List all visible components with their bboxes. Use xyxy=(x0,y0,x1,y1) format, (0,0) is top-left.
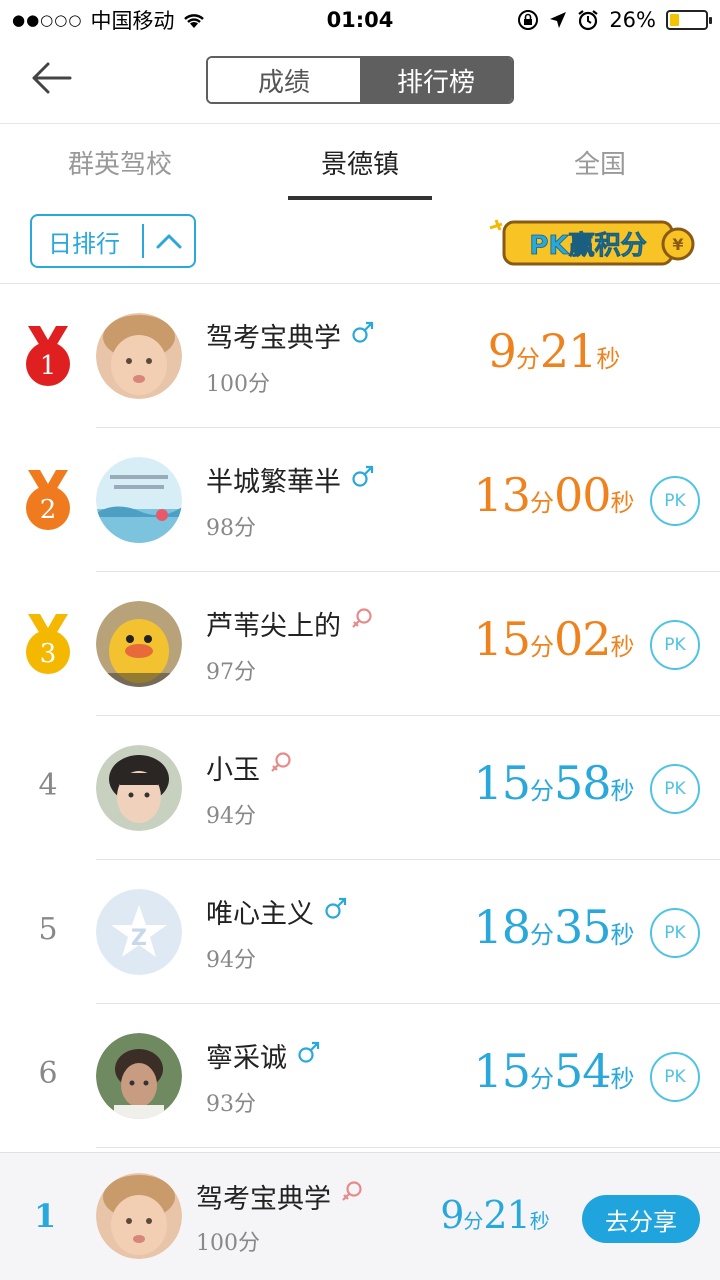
medal-rank: 1 xyxy=(40,351,57,381)
user-score: 94分 xyxy=(206,804,256,829)
my-name-row: 驾考宝典学 xyxy=(196,1177,363,1216)
chevron-up-icon xyxy=(144,233,194,249)
leaderboard-row[interactable]: 5 Z 唯心主义 94分 18分35秒 PK xyxy=(0,860,720,1004)
user-name: 芦苇尖上的 xyxy=(206,611,341,642)
leaderboard-row[interactable]: 4 小玉 94分 15分58秒 PK xyxy=(0,716,720,860)
user-score: 93分 xyxy=(206,1092,256,1117)
status-right: 26% xyxy=(517,8,712,32)
female-icon xyxy=(270,751,292,784)
exam-time: 15分54秒 xyxy=(473,1044,635,1098)
pk-button[interactable]: PK xyxy=(650,620,700,670)
rotation-lock-icon xyxy=(518,10,539,30)
tab-school[interactable]: 群英驾校 xyxy=(0,124,240,200)
male-icon xyxy=(351,464,375,495)
user-score: 97分 xyxy=(206,660,256,685)
battery-percent: 26% xyxy=(609,8,656,32)
female-icon xyxy=(341,1180,363,1213)
medal-icon: 1 xyxy=(26,326,70,386)
user-score: 100分 xyxy=(206,372,270,397)
pk-button[interactable]: PK xyxy=(650,476,700,526)
region-tabs: 群英驾校 景德镇 全国 xyxy=(0,124,720,200)
my-name: 驾考宝典学 xyxy=(196,1184,331,1215)
user-name-row: 驾考宝典学 xyxy=(206,316,375,355)
exam-time: 18分35秒 xyxy=(473,900,635,954)
user-name: 小玉 xyxy=(206,755,260,786)
alarm-icon xyxy=(578,10,598,31)
leaderboard-row[interactable]: 2 半城繁華半 98分 13分00秒 PK xyxy=(0,428,720,572)
signal-icon: ●●○○○ xyxy=(12,11,83,29)
nav-bar: 成绩 排行榜 xyxy=(0,40,720,124)
wifi-icon xyxy=(184,14,205,28)
exam-time: 15分02秒 xyxy=(473,612,635,666)
user-name: 唯心主义 xyxy=(206,899,314,930)
rank-number: 4 xyxy=(38,768,58,803)
tab-national[interactable]: 全国 xyxy=(480,124,720,200)
battery-level xyxy=(670,14,679,26)
my-avatar[interactable] xyxy=(96,1173,182,1259)
male-icon xyxy=(324,896,348,927)
back-arrow-icon[interactable] xyxy=(30,58,74,98)
svg-text:¥: ¥ xyxy=(672,235,683,254)
user-score: 94分 xyxy=(206,948,256,973)
segment-leaderboard[interactable]: 排行榜 xyxy=(360,58,512,102)
female-icon xyxy=(351,607,373,640)
user-name-row: 芦苇尖上的 xyxy=(206,604,373,643)
avatar[interactable]: Z xyxy=(96,889,182,975)
my-rank-footer: 1 驾考宝典学 100分 9分21秒 去分享 xyxy=(0,1152,720,1280)
svg-text:Z: Z xyxy=(131,926,147,951)
avatar[interactable] xyxy=(96,601,182,687)
carrier-label: 中国移动 xyxy=(90,9,175,33)
pk-button[interactable]: PK xyxy=(650,908,700,958)
my-score: 100分 xyxy=(196,1231,260,1256)
leaderboard-row[interactable]: 6 寧采诚 93分 15分54秒 PK xyxy=(0,1004,720,1148)
my-rank-number: 1 xyxy=(34,1197,57,1235)
pk-badge-text: PK赢积分 xyxy=(529,230,646,261)
share-button[interactable]: 去分享 xyxy=(582,1195,700,1243)
battery-icon xyxy=(666,10,712,30)
user-name: 驾考宝典学 xyxy=(206,323,341,354)
rank-number: 5 xyxy=(38,912,58,947)
leaderboard-row[interactable]: 1 驾考宝典学 100分 9分21秒 xyxy=(0,284,720,428)
segment-scores[interactable]: 成绩 xyxy=(208,58,360,102)
exam-time: 13分00秒 xyxy=(473,468,635,522)
user-name-row: 唯心主义 xyxy=(206,892,348,931)
user-name-row: 半城繁華半 xyxy=(206,460,375,499)
exam-time: 15分58秒 xyxy=(473,756,635,810)
ranking-period-dropdown[interactable]: 日排行 xyxy=(30,214,196,268)
male-icon xyxy=(351,320,375,351)
pk-points-badge[interactable]: ¥ PK赢积分 xyxy=(486,214,698,270)
rank-number: 6 xyxy=(38,1056,58,1091)
medal-rank: 3 xyxy=(40,639,57,669)
pk-button[interactable]: PK xyxy=(650,764,700,814)
status-left: ●●○○○ 中国移动 xyxy=(12,5,206,35)
location-icon xyxy=(550,12,567,28)
pk-button[interactable]: PK xyxy=(650,1052,700,1102)
filter-bar: 日排行 ¥ PK赢积分 xyxy=(0,200,720,284)
leaderboard-list: 1 驾考宝典学 100分 9分21秒 2 半城繁華半 98分 13分00秒 PK… xyxy=(0,284,720,1148)
segmented-control: 成绩 排行榜 xyxy=(206,56,514,104)
status-bar: ●●○○○ 中国移动 01:04 26% xyxy=(0,0,720,40)
avatar[interactable] xyxy=(96,1033,182,1119)
male-icon xyxy=(297,1040,321,1071)
user-name: 寧采诚 xyxy=(206,1043,287,1074)
medal-rank: 2 xyxy=(40,495,57,525)
dropdown-label: 日排行 xyxy=(32,224,144,258)
avatar[interactable] xyxy=(96,745,182,831)
avatar[interactable] xyxy=(96,457,182,543)
user-score: 98分 xyxy=(206,516,256,541)
user-name-row: 寧采诚 xyxy=(206,1036,321,1075)
leaderboard-row[interactable]: 3 芦苇尖上的 97分 15分02秒 PK xyxy=(0,572,720,716)
medal-icon: 3 xyxy=(26,614,70,674)
user-name-row: 小玉 xyxy=(206,748,292,787)
tab-city[interactable]: 景德镇 xyxy=(240,124,480,200)
medal-icon: 2 xyxy=(26,470,70,530)
my-time: 9分21秒 xyxy=(440,1193,550,1237)
user-name: 半城繁華半 xyxy=(206,467,341,498)
row-divider xyxy=(96,1147,720,1148)
avatar[interactable] xyxy=(96,313,182,399)
exam-time: 9分21秒 xyxy=(487,324,621,378)
